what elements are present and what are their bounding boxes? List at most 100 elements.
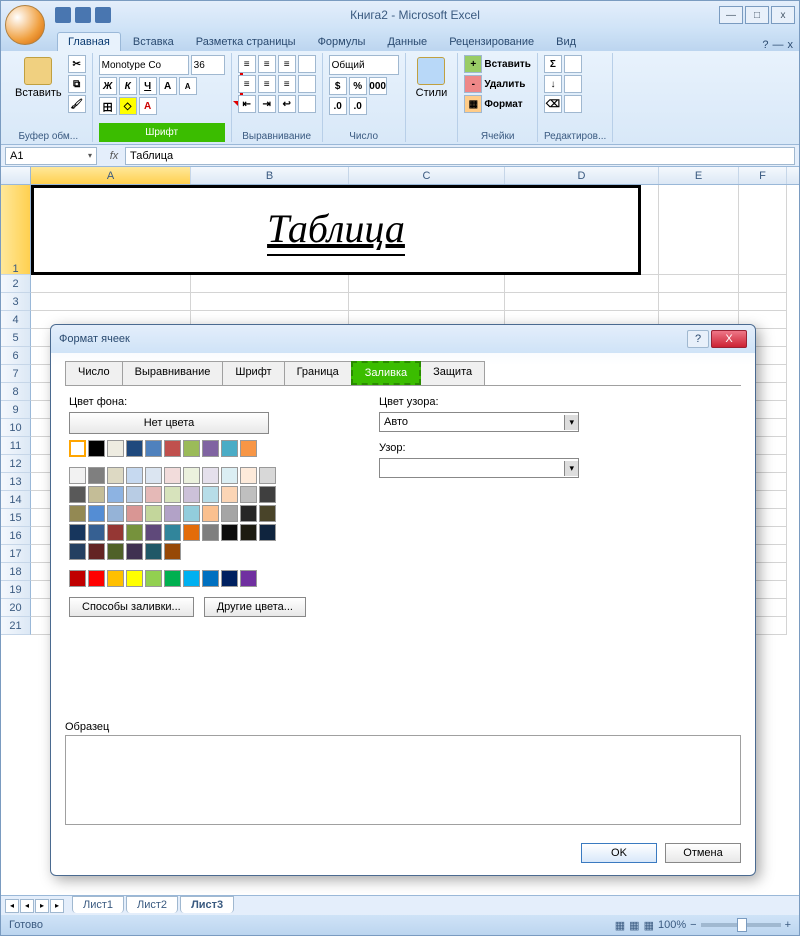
color-swatch[interactable] [145,505,162,522]
formula-input[interactable]: Таблица [125,147,795,165]
sheet-tab-3[interactable]: Лист3 [180,896,234,913]
pattern-color-combo[interactable]: Авто [379,412,579,432]
insert-cells-button[interactable]: +Вставить [464,55,531,73]
save-icon[interactable] [55,7,71,23]
cell[interactable] [659,185,739,275]
cell[interactable] [349,275,505,293]
color-swatch[interactable] [126,505,143,522]
row-header[interactable]: 6 [1,347,31,365]
color-swatch[interactable] [69,467,86,484]
select-all-corner[interactable] [1,167,31,184]
color-swatch[interactable] [240,440,257,457]
color-swatch[interactable] [221,524,238,541]
cancel-button[interactable]: Отмена [665,843,741,863]
color-swatch[interactable] [202,467,219,484]
borders-icon[interactable]: 田 [99,97,117,115]
cell[interactable] [191,293,349,311]
color-swatch[interactable] [126,486,143,503]
font-selector[interactable]: Monotype Co [99,55,189,75]
bold-button[interactable]: Ж [99,77,117,95]
number-format-select[interactable]: Общий [329,55,399,75]
color-swatch[interactable] [69,543,86,560]
color-swatch[interactable] [164,524,181,541]
color-swatch[interactable] [145,486,162,503]
color-swatch[interactable] [164,467,181,484]
view-break-icon[interactable]: ▦ [644,919,654,932]
color-swatch[interactable] [202,440,219,457]
color-swatch[interactable] [240,467,257,484]
color-swatch[interactable] [126,570,143,587]
format-painter-icon[interactable]: 🖌 [68,95,86,113]
dialog-close-button[interactable]: X [711,330,747,348]
color-swatch[interactable] [88,440,105,457]
color-swatch[interactable] [145,570,162,587]
col-header-e[interactable]: E [659,167,739,184]
zoom-slider[interactable] [701,923,781,927]
autosum-icon[interactable]: Σ [544,55,562,73]
tab-data[interactable]: Данные [377,33,437,51]
underline-button[interactable]: Ч [139,77,157,95]
tab-nav-first[interactable]: ◂ [5,899,19,913]
color-swatch[interactable] [221,486,238,503]
ok-button[interactable]: OK [581,843,657,863]
color-swatch[interactable] [69,570,86,587]
color-swatch[interactable] [221,467,238,484]
color-swatch[interactable] [126,524,143,541]
delete-cells-button[interactable]: -Удалить [464,75,531,93]
color-swatch[interactable] [202,505,219,522]
cell[interactable] [31,275,191,293]
tab-review[interactable]: Рецензирование [439,33,544,51]
italic-button[interactable]: К [119,77,137,95]
fill-icon[interactable]: ↓ [544,75,562,93]
fx-icon[interactable]: fx [105,147,123,165]
row-header[interactable]: 13 [1,473,31,491]
color-swatch[interactable] [164,440,181,457]
color-swatch[interactable] [69,505,86,522]
color-swatch[interactable] [221,440,238,457]
color-swatch[interactable] [145,440,162,457]
pattern-combo[interactable] [379,458,579,478]
cell[interactable] [31,293,191,311]
row-header[interactable]: 20 [1,599,31,617]
currency-icon[interactable]: $ [329,77,347,95]
cell[interactable] [505,293,659,311]
col-header-d[interactable]: D [505,167,659,184]
color-swatch[interactable] [107,467,124,484]
office-button[interactable] [5,5,45,45]
ribbon-min-icon[interactable]: — [773,39,784,51]
color-swatch[interactable] [259,467,276,484]
undo-icon[interactable] [75,7,91,23]
dtab-protection[interactable]: Защита [420,361,485,385]
color-swatch[interactable] [145,467,162,484]
row-header[interactable]: 12 [1,455,31,473]
color-swatch[interactable] [107,570,124,587]
col-header-a[interactable]: A [31,167,191,184]
row-header[interactable]: 19 [1,581,31,599]
dtab-fill[interactable]: Заливка [351,361,421,385]
clear-icon[interactable]: ⌫ [544,95,562,113]
zoom-out-icon[interactable]: − [690,919,696,931]
cut-icon[interactable]: ✂ [68,55,86,73]
name-box[interactable]: A1 [5,147,97,165]
color-swatch[interactable] [88,486,105,503]
color-swatch[interactable] [107,486,124,503]
styles-button[interactable]: Стили [412,55,452,101]
row-header[interactable]: 4 [1,311,31,329]
dtab-border[interactable]: Граница [284,361,352,385]
row-header[interactable]: 8 [1,383,31,401]
row-header[interactable]: 17 [1,545,31,563]
color-swatch[interactable] [107,543,124,560]
cell[interactable] [659,275,739,293]
color-swatch[interactable] [240,486,257,503]
color-swatch[interactable] [145,524,162,541]
color-swatch[interactable] [126,543,143,560]
col-header-c[interactable]: C [349,167,505,184]
color-swatch[interactable] [164,570,181,587]
row-header[interactable]: 21 [1,617,31,635]
ribbon-close-icon[interactable]: x [788,39,794,51]
color-swatch[interactable] [164,505,181,522]
font-color-icon[interactable]: A [139,97,157,115]
tab-view[interactable]: Вид [546,33,586,51]
color-swatch[interactable] [183,524,200,541]
tab-insert[interactable]: Вставка [123,33,184,51]
